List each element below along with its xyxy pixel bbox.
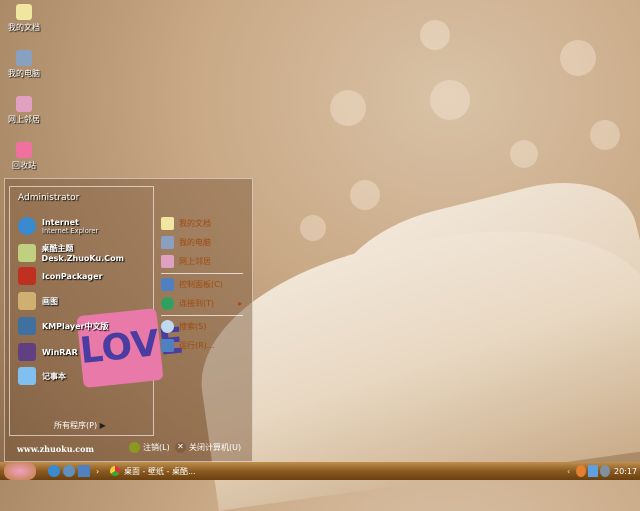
run[interactable]: 运行(R)... — [161, 339, 214, 352]
footer-site: www.zhuoku.com — [17, 444, 94, 454]
desktop-quicklaunch-icon[interactable] — [78, 465, 90, 477]
recycle-bin-icon — [16, 142, 32, 158]
all-programs-button[interactable]: 所有程序(P) ▶ — [54, 420, 106, 431]
clock[interactable]: 20:17 — [614, 465, 637, 477]
globe-icon — [161, 297, 174, 310]
network-tray-icon[interactable] — [588, 465, 598, 477]
computer-icon — [16, 50, 32, 66]
separator — [161, 315, 243, 316]
desktop-icon-my-computer[interactable]: 我的电脑 — [2, 50, 46, 79]
folder-icon — [16, 4, 32, 20]
qq-tray-icon[interactable] — [576, 465, 586, 477]
globe-quicklaunch-icon[interactable] — [63, 465, 75, 477]
place-my-documents[interactable]: 我的文档 — [161, 217, 211, 230]
desktop-icon-recycle-bin[interactable]: 回收站 — [2, 142, 46, 171]
place-network[interactable]: 网上邻居 — [161, 255, 211, 268]
desktop-icon-my-documents[interactable]: 我的文档 — [2, 4, 46, 33]
separator — [161, 273, 243, 274]
network-icon — [16, 96, 32, 112]
connect-to[interactable]: 连接到(T) ▸ — [161, 297, 242, 310]
program-kmplayer[interactable]: KMPlayer中文版 — [18, 317, 109, 335]
iconpackager-icon — [18, 267, 36, 285]
quicklaunch-expand-icon[interactable]: › — [96, 465, 99, 477]
taskbar: › 桌面 - 壁纸 - 桌酷... ‹ 20:17 — [0, 462, 640, 480]
bokeh — [560, 40, 596, 76]
arrow-right-icon: ▸ — [238, 299, 243, 308]
network-icon — [161, 255, 174, 268]
folder-icon — [161, 217, 174, 230]
chrome-icon — [110, 466, 120, 476]
program-internet-explorer[interactable]: Internet Internet Explorer — [18, 217, 98, 235]
control-panel-icon — [161, 278, 174, 291]
arrow-right-icon: ▶ — [99, 421, 106, 430]
notepad-icon — [18, 367, 36, 385]
bokeh — [420, 20, 450, 50]
volume-tray-icon[interactable] — [600, 465, 610, 477]
winrar-icon — [18, 343, 36, 361]
programs-pane: LOVE Administrator Internet Internet Expl… — [9, 186, 185, 436]
program-paint[interactable]: 画图 — [18, 292, 58, 310]
logoff-button[interactable]: 注销(L) — [129, 442, 170, 453]
zhuoku-icon — [18, 244, 36, 262]
control-panel[interactable]: 控制面板(C) — [161, 278, 223, 291]
search-icon — [161, 320, 174, 333]
shutdown-button[interactable]: ✕ 关闭计算机(U) — [175, 442, 241, 453]
desktop-icon-network[interactable]: 网上邻居 — [2, 96, 46, 125]
bokeh — [430, 80, 470, 120]
start-menu: LOVE Administrator Internet Internet Expl… — [4, 178, 253, 462]
bokeh — [350, 180, 380, 210]
start-button[interactable] — [4, 462, 36, 480]
taskbar-window-button[interactable]: 桌面 - 壁纸 - 桌酷... — [110, 465, 260, 477]
run-icon — [161, 339, 174, 352]
place-my-computer[interactable]: 我的电脑 — [161, 236, 211, 249]
ie-quicklaunch-icon[interactable] — [48, 465, 60, 477]
tray-expand-icon[interactable]: ‹ — [567, 465, 570, 477]
computer-icon — [161, 236, 174, 249]
program-zhuoku[interactable]: 桌酷主题Desk.ZhuoKu.Com — [18, 243, 153, 263]
shutdown-icon: ✕ — [175, 442, 186, 453]
bokeh — [330, 90, 366, 126]
user-name: Administrator — [18, 193, 80, 203]
program-notepad[interactable]: 记事本 — [18, 367, 66, 385]
program-iconpackager[interactable]: IconPackager — [18, 267, 103, 285]
bokeh — [590, 120, 620, 150]
paint-icon — [18, 292, 36, 310]
bokeh — [300, 215, 326, 241]
program-winrar[interactable]: WinRAR — [18, 343, 78, 361]
bokeh — [510, 140, 538, 168]
ie-icon — [18, 217, 36, 235]
logoff-icon — [129, 442, 140, 453]
kmplayer-icon — [18, 317, 36, 335]
search[interactable]: 搜索(S) — [161, 320, 206, 333]
